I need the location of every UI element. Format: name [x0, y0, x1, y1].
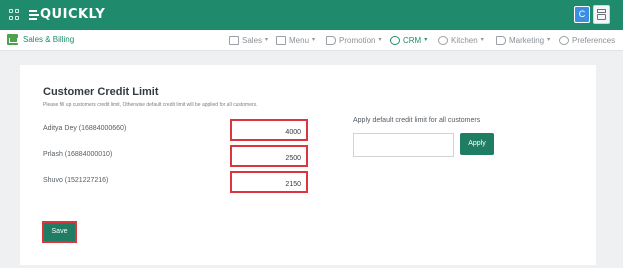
menu-kitchen[interactable]: Kitchen ▾: [438, 35, 484, 46]
speed-lines-icon: [29, 10, 39, 20]
menu-sales-label: Sales: [242, 36, 263, 45]
chevron-down-icon: ▾: [265, 37, 269, 43]
crm-icon: [390, 36, 400, 45]
page-note: Please fill up customers credit limit, O…: [43, 102, 258, 108]
credit-limit-input[interactable]: [232, 149, 306, 168]
gear-icon: [559, 36, 569, 45]
credit-limit-field[interactable]: [230, 119, 308, 142]
menu-kitchen-label: Kitchen: [451, 36, 478, 45]
menu-preferences-label: Preferences: [572, 36, 616, 45]
menu-sales[interactable]: Sales ▾: [229, 35, 268, 46]
save-button[interactable]: Save: [42, 221, 77, 243]
menu-crm-label: CRM: [403, 36, 422, 45]
default-limit-input[interactable]: [354, 134, 453, 157]
apply-button[interactable]: Apply: [460, 133, 494, 155]
menu-menu[interactable]: Menu ▾: [276, 35, 315, 46]
menu-menu-label: Menu: [289, 36, 310, 45]
page-title: Customer Credit Limit: [43, 86, 159, 98]
chevron-down-icon: ▾: [312, 37, 316, 43]
module-brand-label: Sales & Billing: [23, 35, 75, 44]
top-bar: QUICKLY C: [0, 0, 623, 30]
menu-preferences[interactable]: Preferences: [559, 35, 615, 46]
menu-marketing[interactable]: Marketing ▾: [496, 35, 550, 46]
credit-limit-field[interactable]: [230, 171, 308, 194]
default-limit-label: Apply default credit limit for all custo…: [353, 117, 481, 124]
menu-promotion-label: Promotion: [339, 36, 376, 45]
chevron-down-icon: ▾: [547, 37, 551, 43]
default-limit-field[interactable]: [353, 133, 454, 157]
tag-icon: [326, 36, 336, 45]
chef-icon: [438, 36, 448, 45]
app-logo[interactable]: QUICKLY: [29, 7, 105, 23]
customer-name-label: Aditya Dey (16884000660): [43, 125, 127, 132]
megaphone-icon: [496, 36, 506, 45]
menu-promotion[interactable]: Promotion ▾: [326, 35, 381, 46]
register-icon: [7, 34, 18, 45]
module-brand[interactable]: Sales & Billing: [7, 34, 74, 45]
logo-text: QUICKLY: [40, 7, 106, 22]
credit-limit-input[interactable]: [232, 175, 306, 194]
menu-crm[interactable]: CRM ▾: [390, 35, 427, 46]
sales-icon: [229, 36, 239, 45]
chevron-down-icon: ▾: [424, 37, 428, 43]
chevron-down-icon: ▾: [378, 37, 382, 43]
credit-limit-field[interactable]: [230, 145, 308, 168]
apps-grid-icon[interactable]: [9, 9, 20, 20]
user-avatar[interactable]: C: [574, 6, 590, 23]
customer-name-label: Shuvo (1521227216): [43, 177, 109, 184]
menu-icon: [276, 36, 286, 45]
credit-limit-input[interactable]: [232, 123, 306, 142]
chevron-down-icon: ▾: [480, 37, 484, 43]
customer-name-label: Prlash (16884000010): [43, 151, 113, 158]
menu-marketing-label: Marketing: [509, 36, 545, 45]
module-nav: Sales & Billing Sales ▾ Menu ▾ Promotion…: [0, 30, 623, 51]
printer-icon[interactable]: [593, 5, 610, 24]
